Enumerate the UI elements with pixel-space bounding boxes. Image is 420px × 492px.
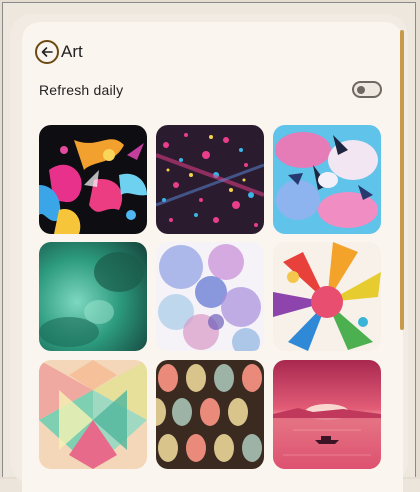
arrow-left-icon	[41, 47, 53, 57]
window-frame: Art Refresh daily	[0, 0, 420, 492]
wallpaper-tile-pastel-watercolor-blotches[interactable]	[273, 125, 381, 234]
wallpaper-tile-pink-sunset-boat[interactable]	[273, 360, 381, 469]
wallpaper-tile-black-neon-paint-splash[interactable]	[39, 125, 147, 234]
wallpaper-tile-watercolor-circles[interactable]	[156, 242, 264, 351]
wallpaper-tile-green-watercolor-texture[interactable]	[39, 242, 147, 351]
wallpaper-tile-pink-tulip-pattern[interactable]	[156, 360, 264, 469]
wallpaper-tile-geometric-pastel-diamonds[interactable]	[39, 360, 147, 469]
back-button[interactable]	[35, 40, 59, 64]
wallpaper-tile-dark-confetti-splatter[interactable]	[156, 125, 264, 234]
wallpaper-tile-rainbow-paint-burst[interactable]	[273, 242, 381, 351]
toggle-knob	[357, 85, 365, 94]
refresh-daily-toggle[interactable]	[352, 81, 382, 98]
scrollbar-thumb[interactable]	[400, 30, 404, 330]
refresh-daily-label: Refresh daily	[39, 82, 124, 98]
page-title: Art	[61, 42, 83, 61]
